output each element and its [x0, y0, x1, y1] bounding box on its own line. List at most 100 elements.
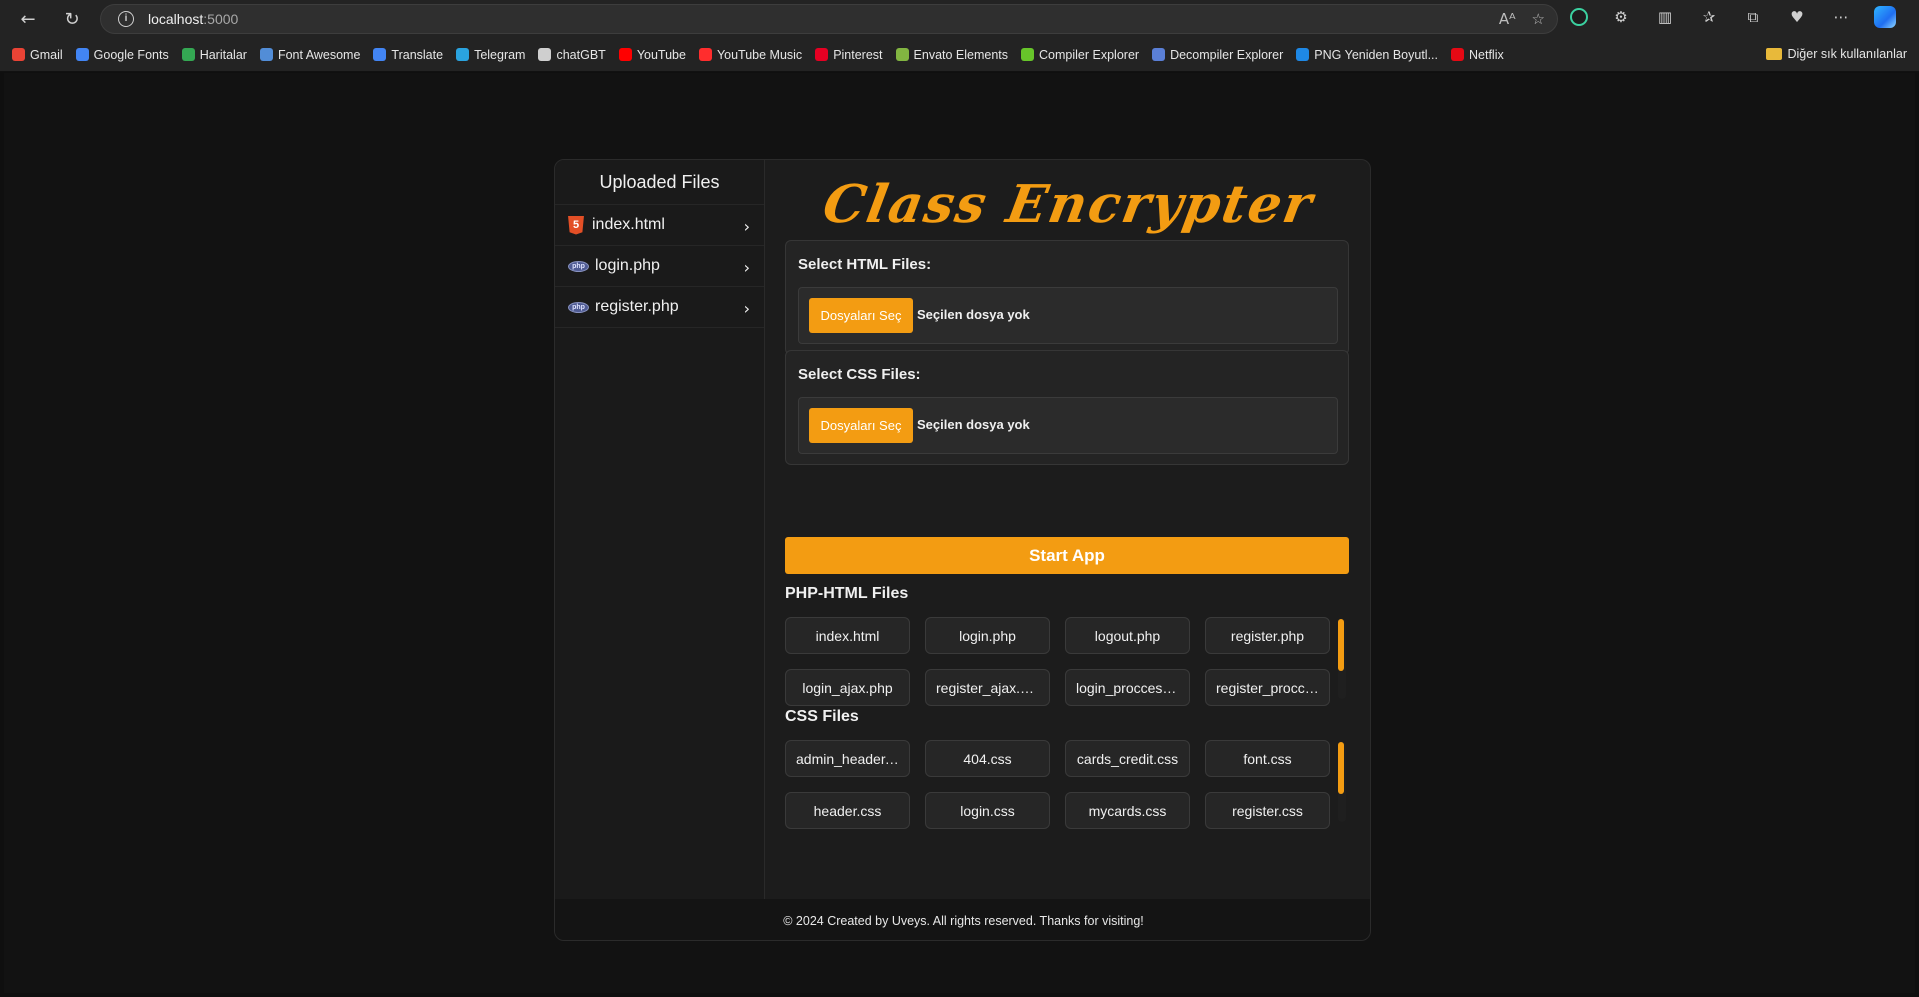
css-scrollbar[interactable]	[1338, 742, 1346, 822]
address-bar[interactable]: i localhost:5000 Aᴬ ☆	[100, 4, 1558, 34]
bookmark-label: Haritalar	[199, 47, 247, 62]
css-files-title: CSS Files	[785, 708, 859, 725]
more-options-icon[interactable]: ⋯	[1830, 6, 1852, 28]
split-screen-icon[interactable]: ▥	[1654, 6, 1676, 28]
url-host: localhost	[148, 11, 204, 27]
bookmark-favicon-icon	[373, 48, 387, 61]
html-choose-files-button[interactable]: Dosyaları Seç	[809, 298, 913, 333]
bookmark-item[interactable]: Google Fonts	[75, 47, 169, 62]
main-panel: Class Encrypter Select HTML Files: Dosya…	[765, 160, 1370, 899]
php-html-scrollbar[interactable]	[1338, 619, 1346, 699]
html-select-box: Select HTML Files: Dosyaları Seç Seçilen…	[785, 240, 1349, 355]
bookmark-label: Font Awesome	[277, 47, 361, 62]
chevron-right-icon[interactable]: ›	[744, 217, 750, 236]
bookmark-label: Envato Elements	[913, 47, 1009, 62]
php-html-file-chip[interactable]: index.html	[785, 617, 910, 654]
css-scroll-thumb[interactable]	[1338, 742, 1344, 794]
css-file-chip[interactable]: cards_credit.css	[1065, 740, 1190, 777]
css-file-chip[interactable]: 404.css	[925, 740, 1050, 777]
bookmark-item[interactable]: Telegram	[456, 48, 525, 62]
sidebar-file-name: login.php	[595, 257, 660, 274]
sidebar-file-item[interactable]: 5 index.html ›	[555, 205, 764, 246]
bookmark-item[interactable]: Netflix	[1451, 48, 1504, 62]
css-file-input[interactable]: Dosyaları Seç Seçilen dosya yok	[798, 397, 1338, 454]
css-choose-files-button[interactable]: Dosyaları Seç	[809, 408, 913, 443]
sidebar-file-item[interactable]: php register.php ›	[555, 287, 764, 328]
bookmark-label: Google Fonts	[93, 47, 169, 62]
bookmark-favicon-icon	[538, 48, 552, 61]
html-file-input[interactable]: Dosyaları Seç Seçilen dosya yok	[798, 287, 1338, 344]
copilot-icon[interactable]	[1874, 6, 1896, 28]
bookmark-label: YouTube	[636, 47, 686, 62]
bookmark-favicon-icon	[618, 48, 632, 61]
browser-essentials-icon[interactable]: ♥	[1786, 6, 1808, 28]
css-file-chip[interactable]: register.css	[1205, 792, 1330, 829]
bookmark-favicon-icon	[1296, 48, 1310, 61]
php-html-file-chip[interactable]: register_procces.php	[1205, 669, 1330, 706]
chevron-right-icon[interactable]: ›	[744, 258, 750, 277]
reload-icon[interactable]: ↻	[58, 5, 86, 33]
bookmark-item[interactable]: PNG Yeniden Boyutl...	[1296, 48, 1438, 62]
bookmark-item[interactable]: YouTube	[618, 47, 686, 62]
php-html-scroll-thumb[interactable]	[1338, 619, 1344, 671]
folder-icon	[1765, 48, 1782, 60]
sidebar-title: Uploaded Files	[555, 160, 764, 205]
collections-icon[interactable]: ⧉	[1742, 6, 1764, 28]
bookmark-favicon-icon	[698, 48, 712, 61]
bookmark-item[interactable]: chatGBT	[538, 48, 606, 62]
php-html-files-grid: index.html login.php logout.php register.ph…	[785, 617, 1330, 706]
php-icon: php	[568, 301, 589, 313]
bookmark-item[interactable]: Compiler Explorer	[1021, 48, 1139, 62]
php-html-file-chip[interactable]: register_ajax.php	[925, 669, 1050, 706]
uploaded-files-sidebar: Uploaded Files 5 index.html › php login.php ›…	[555, 160, 765, 899]
css-file-chip-label: mycards.css	[1088, 802, 1167, 819]
html-select-label: Select HTML Files:	[798, 256, 932, 273]
bookmark-item[interactable]: Translate	[373, 48, 443, 62]
app-container: Uploaded Files 5 index.html › php login.php ›…	[554, 159, 1371, 941]
css-file-chip-label: cards_credit.css	[1076, 750, 1179, 767]
url-text[interactable]: localhost:5000	[148, 11, 238, 27]
php-html-file-chip[interactable]: logout.php	[1065, 617, 1190, 654]
extensions-puzzle-icon[interactable]: ⚙	[1610, 6, 1632, 28]
bookmark-favicon-icon	[1021, 48, 1035, 61]
other-bookmarks-label: Diğer sık kullanılanlar	[1787, 47, 1908, 61]
bookmark-item[interactable]: Envato Elements	[895, 47, 1009, 62]
back-icon[interactable]: ←	[14, 5, 42, 33]
css-no-file-text: Seçilen dosya yok	[917, 417, 1030, 432]
bookmark-favicon-icon	[259, 48, 273, 61]
bookmark-label: Telegram	[474, 47, 526, 62]
read-aloud-icon[interactable]: Aᴬ	[1499, 10, 1516, 28]
bookmark-label: Pinterest	[833, 47, 883, 62]
php-html-file-chip-label: register_ajax.php	[936, 679, 1039, 696]
start-app-button[interactable]: Start App	[785, 537, 1349, 574]
browser-toolbar: ← ↻ i localhost:5000 Aᴬ ☆ ⚙ ▥ ✰ ⧉ ♥ ⋯	[0, 0, 1919, 38]
bookmark-item[interactable]: YouTube Music	[698, 48, 802, 62]
css-file-chip[interactable]: admin_header.css	[785, 740, 910, 777]
css-file-chip[interactable]: login.css	[925, 792, 1050, 829]
php-html-file-chip-label: register_procces.php	[1216, 679, 1319, 696]
bookmark-item[interactable]: Haritalar	[181, 47, 247, 62]
php-html-file-chip-label: index.html	[815, 627, 880, 644]
php-html-file-chip[interactable]: register.php	[1205, 617, 1330, 654]
sidebar-file-item[interactable]: php login.php ›	[555, 246, 764, 287]
bookmark-item[interactable]: Gmail	[12, 48, 63, 62]
css-file-chip[interactable]: mycards.css	[1065, 792, 1190, 829]
page-viewport: Uploaded Files 5 index.html › php login.php ›…	[4, 73, 1915, 993]
favorites-icon[interactable]: ✰	[1698, 6, 1720, 28]
other-bookmarks[interactable]: Diğer sık kullanılanlar	[1765, 47, 1908, 61]
css-files-grid: admin_header.css 404.css cards_credit.css f…	[785, 740, 1330, 829]
php-html-file-chip[interactable]: login_ajax.php	[785, 669, 910, 706]
php-html-file-chip[interactable]: login.php	[925, 617, 1050, 654]
css-file-chip[interactable]: header.css	[785, 792, 910, 829]
chevron-right-icon[interactable]: ›	[744, 299, 750, 318]
bookmark-item[interactable]: Font Awesome	[259, 47, 361, 62]
php-html-file-chip[interactable]: login_procces.php	[1065, 669, 1190, 706]
bookmark-item[interactable]: Pinterest	[815, 47, 883, 62]
bookmark-item[interactable]: Decompiler Explorer	[1152, 48, 1283, 62]
favorite-star-icon[interactable]: ☆	[1532, 10, 1545, 28]
css-file-chip[interactable]: font.css	[1205, 740, 1330, 777]
extension-icon[interactable]	[1570, 8, 1588, 26]
site-info-icon[interactable]: i	[118, 11, 134, 27]
php-html-file-chip-label: login.php	[959, 627, 1016, 644]
url-port: :5000	[203, 11, 239, 27]
